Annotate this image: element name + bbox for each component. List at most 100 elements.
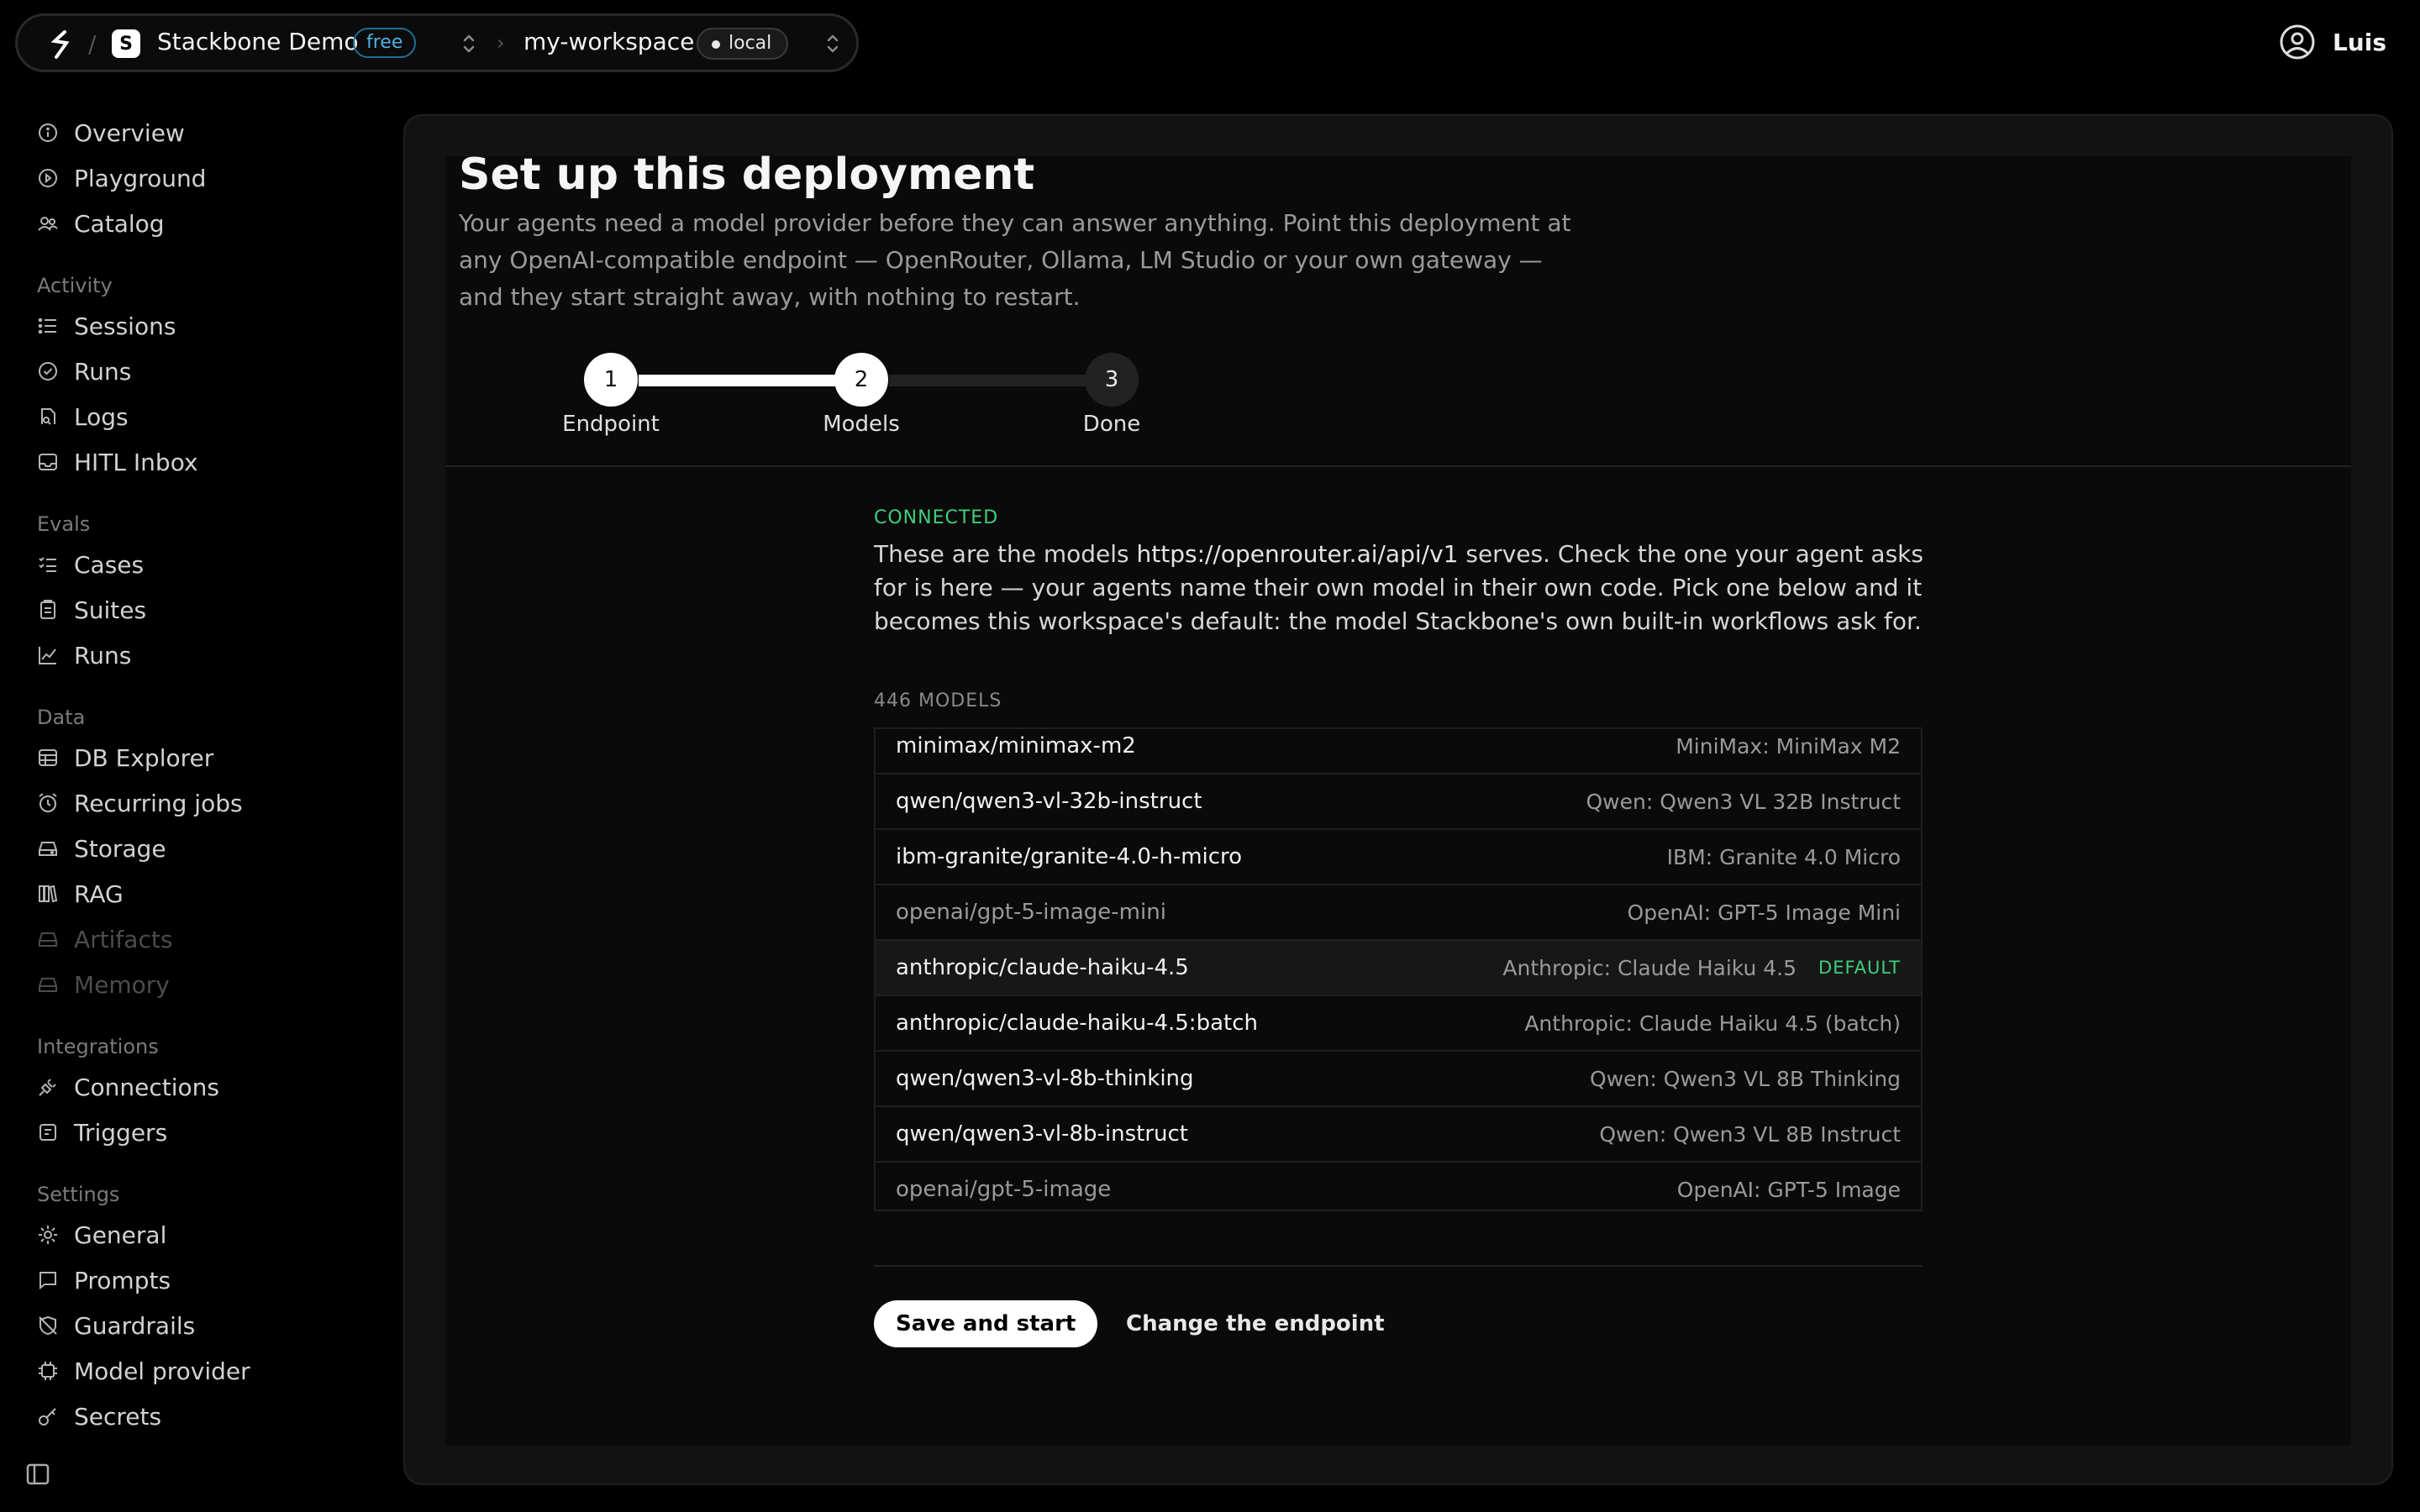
sidebar-item-secrets[interactable]: Secrets	[37, 1398, 161, 1435]
archive-icon	[37, 928, 59, 950]
model-row[interactable]: minimax/minimax-m2 MiniMax: MiniMax M2	[876, 729, 1921, 774]
model-display-name: MiniMax: MiniMax M2	[1676, 733, 1901, 759]
model-id: qwen/qwen3-vl-8b-instruct	[896, 1121, 1188, 1147]
chevron-updown-icon[interactable]	[460, 31, 478, 56]
sidebar-item-connections[interactable]: Connections	[37, 1068, 219, 1105]
model-meta: IBM: Granite 4.0 Micro	[1667, 845, 1901, 869]
step-1-label: Endpoint	[562, 412, 660, 437]
model-row[interactable]: qwen/qwen3-vl-8b-instruct Qwen: Qwen3 VL …	[876, 1107, 1921, 1163]
step-2-circle: 2	[834, 353, 888, 407]
sidebar-item-cases[interactable]: Cases	[37, 546, 144, 583]
brand-logo-icon[interactable]	[48, 29, 75, 60]
chevron-right-icon: ›	[497, 31, 505, 55]
sidebar-item-runs[interactable]: Runs	[37, 353, 131, 390]
plan-badge: free	[353, 28, 417, 58]
message-square-icon	[37, 1269, 59, 1291]
model-row[interactable]: anthropic/claude-haiku-4.5 Anthropic: Cla…	[876, 941, 1921, 996]
model-id: anthropic/claude-haiku-4.5:batch	[896, 1011, 1258, 1036]
step-2-label: Models	[823, 412, 900, 437]
page-title: Set up this deployment	[459, 150, 1035, 200]
project-name[interactable]: my-workspace	[523, 28, 694, 55]
sidebar-item-rag[interactable]: RAG	[37, 875, 124, 912]
sidebar-item-playground[interactable]: Playground	[37, 160, 206, 197]
drive-icon	[37, 974, 59, 995]
workspace-switcher-bar: / S Stackbone Demo free › my-workspace l…	[15, 13, 859, 72]
model-display-name: Qwen: Qwen3 VL 8B Instruct	[1599, 1121, 1901, 1147]
list-icon	[37, 315, 59, 337]
alarm-clock-icon	[37, 792, 59, 814]
sidebar-item-db-explorer[interactable]: DB Explorer	[37, 739, 213, 776]
model-row[interactable]: qwen/qwen3-vl-32b-instruct Qwen: Qwen3 VL…	[876, 774, 1921, 830]
model-id: qwen/qwen3-vl-8b-thinking	[896, 1066, 1194, 1091]
sidebar-section-settings: Settings	[37, 1183, 120, 1206]
model-display-name: OpenAI: GPT-5 Image Mini	[1627, 900, 1901, 925]
sidebar-item-guardrails[interactable]: Guardrails	[37, 1307, 195, 1344]
model-id: qwen/qwen3-vl-32b-instruct	[896, 789, 1202, 814]
divider	[445, 465, 2351, 467]
models-count: 446 MODELS	[874, 690, 1002, 711]
key-icon	[37, 1405, 59, 1427]
hard-drive-icon	[37, 837, 59, 859]
sidebar-section-activity: Activity	[37, 274, 113, 297]
model-display-name: IBM: Granite 4.0 Micro	[1666, 844, 1901, 869]
step-3-circle: 3	[1085, 353, 1139, 407]
sidebar-item-artifacts: Artifacts	[37, 921, 172, 958]
user-menu[interactable]: Luis	[2279, 24, 2386, 60]
model-id: openai/gpt-5-image-mini	[896, 900, 1166, 925]
sidebar-toggle-icon[interactable]	[25, 1462, 50, 1487]
model-row[interactable]: ibm-granite/granite-4.0-h-micro IBM: Gran…	[876, 830, 1921, 885]
sidebar-item-eval-runs[interactable]: Runs	[37, 637, 131, 674]
models-intro: These are the models https://openrouter.…	[874, 540, 1923, 635]
model-meta: OpenAI: GPT-5 Image	[1677, 1178, 1901, 1202]
sidebar-section-evals: Evals	[37, 512, 91, 536]
sidebar-item-model-provider[interactable]: Model provider	[37, 1352, 250, 1389]
model-meta: OpenAI: GPT-5 Image Mini	[1628, 900, 1901, 925]
separator-slash: /	[88, 30, 97, 58]
model-id: minimax/minimax-m2	[896, 733, 1136, 759]
sidebar-item-prompts[interactable]: Prompts	[37, 1262, 171, 1299]
sidebar-item-overview[interactable]: Overview	[37, 114, 185, 151]
cpu-icon	[37, 1360, 59, 1382]
model-display-name: Qwen: Qwen3 VL 32B Instruct	[1586, 789, 1901, 814]
model-meta: Anthropic: Claude Haiku 4.5 DEFAULT	[1502, 956, 1901, 980]
model-id: openai/gpt-5-image	[896, 1177, 1112, 1202]
clipboard-icon	[37, 599, 59, 621]
sidebar-item-triggers[interactable]: Triggers	[37, 1114, 167, 1151]
save-and-start-button[interactable]: Save and start	[874, 1300, 1098, 1347]
actions-divider	[874, 1265, 1923, 1267]
sidebar-item-sessions[interactable]: Sessions	[37, 307, 176, 344]
change-endpoint-button[interactable]: Change the endpoint	[1126, 1300, 1385, 1347]
model-row[interactable]: anthropic/claude-haiku-4.5:batch Anthropi…	[876, 996, 1921, 1052]
model-meta: Qwen: Qwen3 VL 8B Thinking	[1590, 1067, 1901, 1091]
model-display-name: Anthropic: Claude Haiku 4.5	[1502, 955, 1797, 980]
model-row[interactable]: qwen/qwen3-vl-8b-thinking Qwen: Qwen3 VL …	[876, 1052, 1921, 1107]
workspace-name[interactable]: Stackbone Demo	[157, 28, 359, 55]
sidebar-item-logs[interactable]: Logs	[37, 398, 129, 435]
chevron-updown-icon[interactable]	[823, 31, 842, 56]
gear-icon	[37, 1224, 59, 1246]
sidebar-item-suites[interactable]: Suites	[37, 591, 146, 628]
user-name: Luis	[2332, 28, 2386, 56]
sidebar-item-recurring-jobs[interactable]: Recurring jobs	[37, 785, 243, 822]
sidebar-item-catalog[interactable]: Catalog	[37, 205, 165, 242]
sidebar-item-hitl-inbox[interactable]: HITL Inbox	[37, 444, 198, 480]
model-row[interactable]: openai/gpt-5-image OpenAI: GPT-5 Image	[876, 1163, 1921, 1210]
checklist-icon	[37, 554, 59, 575]
sidebar-item-general[interactable]: General	[37, 1216, 166, 1253]
stepper-progress-pending	[889, 375, 1113, 386]
step-1-circle[interactable]: 1	[584, 353, 638, 407]
model-row[interactable]: openai/gpt-5-image-mini OpenAI: GPT-5 Ima…	[876, 885, 1921, 941]
stepper-progress-done	[639, 375, 862, 386]
sidebar-section-data: Data	[37, 706, 86, 729]
model-list[interactable]: minimax/minimax-m2 MiniMax: MiniMax M2 qwe…	[874, 727, 1923, 1211]
step-3-label: Done	[1082, 412, 1141, 437]
webhook-icon	[37, 1121, 59, 1143]
library-icon	[37, 883, 59, 905]
connection-status: CONNECTED	[874, 507, 999, 528]
sidebar-item-memory: Memory	[37, 966, 170, 1003]
sidebar-item-storage[interactable]: Storage	[37, 830, 166, 867]
page-description: Your agents need a model provider before…	[459, 209, 1571, 311]
plug-icon	[37, 1076, 59, 1098]
workspace-avatar: S	[112, 29, 140, 58]
default-badge: DEFAULT	[1818, 958, 1901, 978]
